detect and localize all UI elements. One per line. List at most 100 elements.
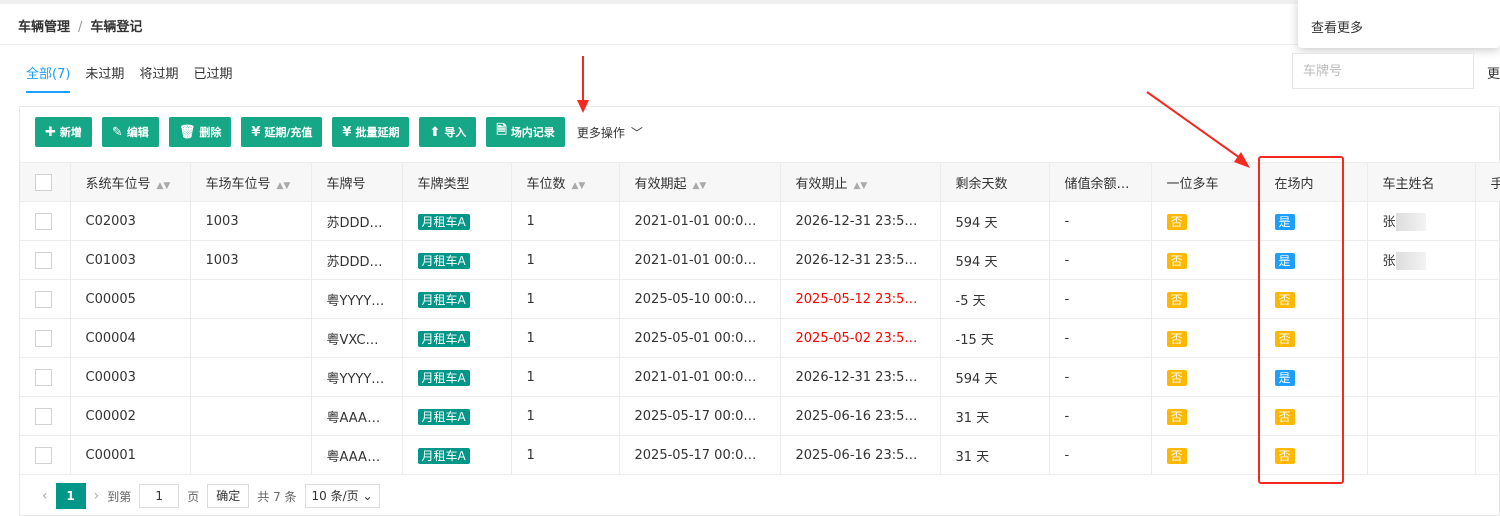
breadcrumb-parent[interactable]: 车辆管理 [18, 20, 70, 35]
prev-page-icon[interactable]: ‹ [42, 488, 48, 504]
page-input[interactable]: 1 [139, 484, 180, 508]
valid-to: 2025-05-02 23:59:59 [780, 318, 941, 358]
header-select-all[interactable] [20, 162, 71, 202]
select-all-checkbox[interactable] [35, 173, 52, 191]
sort-icon[interactable]: ▲▼ [277, 181, 291, 191]
import-button[interactable]: ⬆ 导入 [419, 117, 477, 147]
sys-slot: C00005 [70, 279, 191, 319]
filter-tabs: 全部(7) 未过期 将过期 已过期 [26, 63, 247, 93]
row-select[interactable] [20, 279, 71, 319]
header-lot-slot[interactable]: 车场车位号 ▲▼ [190, 162, 312, 202]
blurred-text [1395, 252, 1426, 271]
sys-slot: C01003 [70, 240, 191, 280]
multi-car-cell: 否 [1151, 396, 1260, 436]
multi-car-badge: 否 [1166, 213, 1187, 230]
valid-to: 2025-06-16 23:59:59 [780, 396, 941, 436]
next-page-icon[interactable]: › [94, 488, 100, 504]
plate-type-tag: 月租车A [417, 291, 470, 308]
dropdown-popup: 查看更多 [1298, 0, 1500, 48]
balance: - [1049, 318, 1152, 358]
header-valid-to[interactable]: 有效期止 ▲▼ [780, 162, 941, 202]
plate-type-cell: 月租车A [402, 435, 512, 475]
current-page[interactable]: 1 [55, 483, 86, 509]
plate-type-tag: 月租车A [417, 330, 470, 347]
tab-all[interactable]: 全部(7) [26, 63, 71, 93]
multi-car-cell: 否 [1151, 201, 1260, 241]
more-operations-label: 更多操作 [576, 125, 625, 140]
days-left: -15 天 [940, 318, 1050, 358]
multi-car-badge: 否 [1166, 330, 1187, 347]
breadcrumb-separator: / [78, 20, 83, 35]
header-balance[interactable]: 储值余额 ▲▼ [1049, 162, 1152, 202]
tab-expiring[interactable]: 将过期 [139, 63, 178, 93]
sort-icon[interactable]: ▲▼ [693, 181, 707, 191]
row-select[interactable] [20, 318, 71, 358]
plate-type-tag: 月租车A [417, 369, 470, 386]
row-checkbox[interactable] [35, 212, 52, 230]
plate-type-cell: 月租车A [402, 279, 512, 319]
yen-icon: ¥ [342, 124, 352, 140]
row-select[interactable] [20, 357, 71, 397]
edit-button[interactable]: ✎ 编辑 [101, 117, 159, 147]
row-select[interactable] [20, 396, 71, 436]
delete-button[interactable]: 🗑 删除 [168, 117, 232, 147]
more-operations-dropdown[interactable]: 更多操作 ﹀ [577, 124, 643, 141]
row-checkbox[interactable] [35, 329, 52, 347]
valid-from: 2021-01-01 00:00:00 [619, 357, 781, 397]
plate-type-tag: 月租车A [417, 447, 470, 464]
header-valid-from[interactable]: 有效期起 ▲▼ [619, 162, 781, 202]
extend-recharge-button[interactable]: ¥ 延期/充值 [241, 117, 323, 147]
batch-extend-button[interactable]: ¥ 批量延期 [332, 117, 410, 147]
plate-search-input[interactable] [1292, 53, 1474, 89]
slot-count: 1 [511, 240, 620, 280]
view-more-item[interactable]: 查看更多 [1311, 17, 1363, 36]
slot-count: 1 [511, 396, 620, 436]
slot-count: 1 [511, 318, 620, 358]
breadcrumb: 车辆管理 / 车辆登记 [18, 16, 142, 35]
inside-records-button[interactable]: 🗎 场内记录 [486, 117, 565, 147]
sort-icon[interactable]: ▲▼ [157, 181, 171, 191]
yen-icon: ¥ [251, 124, 261, 140]
page-size-select[interactable]: 10 条/页 ⌄ [304, 484, 380, 508]
row-checkbox[interactable] [35, 407, 52, 425]
row-checkbox[interactable] [35, 251, 52, 269]
trash-icon: 🗑 [178, 124, 196, 140]
row-checkbox[interactable] [35, 290, 52, 308]
header-sys-slot[interactable]: 系统车位号 ▲▼ [70, 162, 191, 202]
sort-icon[interactable]: ▲▼ [854, 181, 868, 191]
blurred-text [1395, 213, 1426, 232]
plate-type-cell: 月租车A [402, 396, 512, 436]
tab-expired[interactable]: 已过期 [193, 63, 232, 93]
valid-from: 2025-05-10 00:00:00 [619, 279, 781, 319]
multi-car-cell: 否 [1151, 357, 1260, 397]
lot-slot: 1003 [190, 201, 312, 241]
balance: - [1049, 357, 1152, 397]
add-button[interactable]: ✚ 新增 [35, 117, 92, 147]
multi-car-cell: 否 [1151, 279, 1260, 319]
row-select[interactable] [20, 240, 71, 280]
row-checkbox[interactable] [35, 446, 52, 464]
cut-cell [1475, 396, 1500, 436]
edit-button-label: 编辑 [126, 126, 149, 139]
balance: - [1049, 396, 1152, 436]
valid-from: 2025-05-17 00:00:00 [619, 435, 781, 475]
valid-from: 2021-01-01 00:00:00 [619, 201, 781, 241]
top-border [0, 0, 1300, 4]
owner-cell [1367, 396, 1476, 436]
confirm-button[interactable]: 确定 [207, 484, 250, 508]
row-select[interactable] [20, 201, 71, 241]
row-checkbox[interactable] [35, 368, 52, 386]
tab-not-expired[interactable]: 未过期 [85, 63, 124, 93]
plus-icon: ✚ [45, 124, 56, 140]
page-unit: 页 [187, 489, 200, 504]
plate-type-cell: 月租车A [402, 357, 512, 397]
owner-cell: 张 [1367, 201, 1476, 241]
more-link-cut[interactable]: 更 [1487, 63, 1500, 82]
file-icon: 🗎 [496, 123, 507, 138]
multi-car-cell: 否 [1151, 435, 1260, 475]
row-select[interactable] [20, 435, 71, 475]
header-slot-count[interactable]: 车位数 ▲▼ [511, 162, 620, 202]
days-left: 594 天 [940, 240, 1050, 280]
header-plate-type: 车牌类型 [402, 162, 512, 202]
sort-icon[interactable]: ▲▼ [572, 181, 586, 191]
